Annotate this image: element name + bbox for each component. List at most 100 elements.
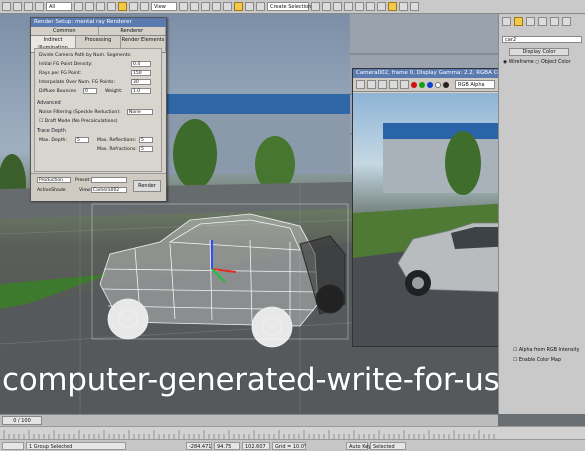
production-mode-dropdown[interactable]: Production — [37, 177, 71, 183]
curve-editor-icon[interactable] — [355, 2, 364, 11]
draft-mode-label: Draft Mode (No Precalculations) — [44, 119, 118, 124]
window-crossing-icon[interactable] — [107, 2, 116, 11]
rotate-icon[interactable] — [129, 2, 138, 11]
clone-frame-icon[interactable] — [378, 80, 387, 89]
tab-common[interactable]: Common — [31, 27, 99, 35]
percent-snap-icon[interactable] — [234, 2, 243, 11]
redo-icon[interactable] — [13, 2, 22, 11]
z-coordinate-field[interactable]: 102.607 — [242, 441, 270, 450]
select-by-name-icon[interactable] — [85, 2, 94, 11]
auto-key-button[interactable]: Auto Key — [346, 441, 371, 450]
maxscript-listener-icon[interactable] — [2, 441, 24, 450]
print-image-icon[interactable] — [389, 80, 398, 89]
render-setup-dialog[interactable]: Render Setup: mental ray Renderer Common… — [30, 17, 167, 201]
create-tab-icon[interactable] — [502, 17, 511, 26]
link-icon[interactable] — [24, 2, 33, 11]
select-manipulate-icon[interactable] — [190, 2, 199, 11]
reference-coord-dropdown[interactable]: View — [151, 2, 177, 11]
angle-snap-icon[interactable] — [223, 2, 232, 11]
weight-label: Weight: — [105, 89, 123, 94]
max-refractions-input[interactable]: 5 — [139, 146, 153, 152]
diffuse-bounces-input[interactable]: 0 — [83, 88, 97, 94]
object-color-label: Object Color — [540, 60, 571, 65]
weight-input[interactable]: 1.0 — [131, 88, 151, 94]
overlay-caption: computer-generated-write-for-us — [2, 362, 500, 398]
hierarchy-tab-icon[interactable] — [526, 17, 535, 26]
selection-filter-dropdown[interactable]: All — [46, 2, 72, 11]
pivot-icon[interactable] — [179, 2, 188, 11]
modify-tab-icon[interactable] — [514, 17, 523, 26]
preset-label: Preset: — [75, 178, 91, 183]
draft-mode-checkbox[interactable]: ☐ Draft Mode (No Precalculations) — [39, 119, 118, 124]
interpolate-fg-input[interactable]: 30 — [131, 79, 151, 85]
red-channel-icon[interactable] — [411, 81, 417, 88]
max-reflections-input[interactable]: 5 — [139, 137, 153, 143]
track-bar[interactable] — [0, 426, 585, 440]
render-button[interactable]: Render — [133, 180, 161, 192]
frame-counter[interactable]: 0 / 100 — [2, 416, 42, 425]
save-image-icon[interactable] — [356, 80, 365, 89]
channel-dropdown[interactable]: RGB Alpha — [455, 80, 495, 89]
view-label: View: — [79, 188, 92, 193]
motion-tab-icon[interactable] — [538, 17, 547, 26]
color-map-label: Enable Color Map — [518, 358, 561, 363]
command-panel: car2 Display Color ◉ Wireframe ○ Object … — [498, 14, 585, 414]
green-channel-icon[interactable] — [419, 81, 425, 88]
wireframe-radio[interactable]: ◉ Wireframe ○ Object Color — [503, 60, 571, 65]
monochrome-icon[interactable] — [443, 81, 449, 88]
copy-image-icon[interactable] — [367, 80, 376, 89]
key-filter-dropdown[interactable]: Selected — [370, 441, 406, 450]
align-icon[interactable] — [322, 2, 331, 11]
status-bar: 1 Group Selected -284.471 94.75 102.607 … — [0, 439, 585, 451]
main-toolbar: All View Create Selection Se — [0, 0, 585, 14]
alpha-label: Alpha from RGB Intensity — [518, 348, 580, 353]
named-selection-dropdown[interactable]: Create Selection Se — [267, 2, 319, 11]
edit-named-selection-icon[interactable] — [256, 2, 265, 11]
graphite-ribbon-icon[interactable] — [344, 2, 353, 11]
mirror-icon[interactable] — [311, 2, 320, 11]
rays-per-fg-input[interactable]: 150 — [131, 70, 151, 76]
keyboard-shortcut-icon[interactable] — [201, 2, 210, 11]
noise-filter-label: Noise Filtering (Speckle Reduction): — [39, 110, 121, 115]
render-setup-footer: Production Preset: ActiveShade View: Cam… — [31, 173, 166, 201]
snap-3-icon[interactable] — [212, 2, 221, 11]
y-coordinate-field[interactable]: 94.75 — [214, 441, 240, 450]
active-shade-label[interactable]: ActiveShade — [37, 188, 66, 193]
unlink-icon[interactable] — [35, 2, 44, 11]
noise-filter-dropdown[interactable]: None — [127, 109, 153, 115]
blue-channel-icon[interactable] — [427, 81, 433, 88]
selection-status: 1 Group Selected — [26, 441, 126, 450]
display-tab-icon[interactable] — [550, 17, 559, 26]
trace-depth-header: Trace Depth — [37, 129, 66, 134]
advanced-header[interactable]: Advanced — [37, 101, 61, 106]
alpha-from-rgb-checkbox[interactable]: ☐ Alpha from RGB Intensity — [513, 348, 579, 353]
move-icon[interactable] — [118, 2, 127, 11]
fg-row-label: Initial FG Point Density: — [39, 62, 93, 67]
render-production-icon[interactable] — [410, 2, 419, 11]
x-coordinate-field[interactable]: -284.471 — [186, 441, 212, 450]
object-name-field[interactable]: car2 — [502, 36, 582, 43]
enable-color-map-checkbox[interactable]: ☐ Enable Color Map — [513, 358, 561, 363]
material-editor-icon[interactable] — [377, 2, 386, 11]
scale-icon[interactable] — [140, 2, 149, 11]
rect-selection-icon[interactable] — [96, 2, 105, 11]
alpha-channel-icon[interactable] — [435, 81, 441, 88]
max-depth-label: Max. Depth: — [39, 138, 67, 143]
undo-icon[interactable] — [2, 2, 11, 11]
fg-row-label: Interpolate Over Num. FG Points: — [39, 80, 115, 85]
rendered-frame-icon[interactable] — [399, 2, 408, 11]
fg-row-label: Diffuse Bounces — [39, 89, 77, 94]
utilities-tab-icon[interactable] — [562, 17, 571, 26]
render-setup-icon[interactable] — [388, 2, 397, 11]
clear-icon[interactable] — [400, 80, 409, 89]
view-dropdown[interactable]: Camera002 — [91, 187, 127, 193]
tab-renderer[interactable]: Renderer — [98, 27, 166, 35]
display-color-header[interactable]: Display Color — [509, 48, 569, 56]
fg-point-density-input[interactable]: 0.4 — [131, 61, 151, 67]
spinner-snap-icon[interactable] — [245, 2, 254, 11]
max-depth-input[interactable]: 5 — [75, 137, 89, 143]
layer-manager-icon[interactable] — [333, 2, 342, 11]
select-object-icon[interactable] — [74, 2, 83, 11]
preset-dropdown[interactable] — [91, 177, 127, 183]
schematic-view-icon[interactable] — [366, 2, 375, 11]
